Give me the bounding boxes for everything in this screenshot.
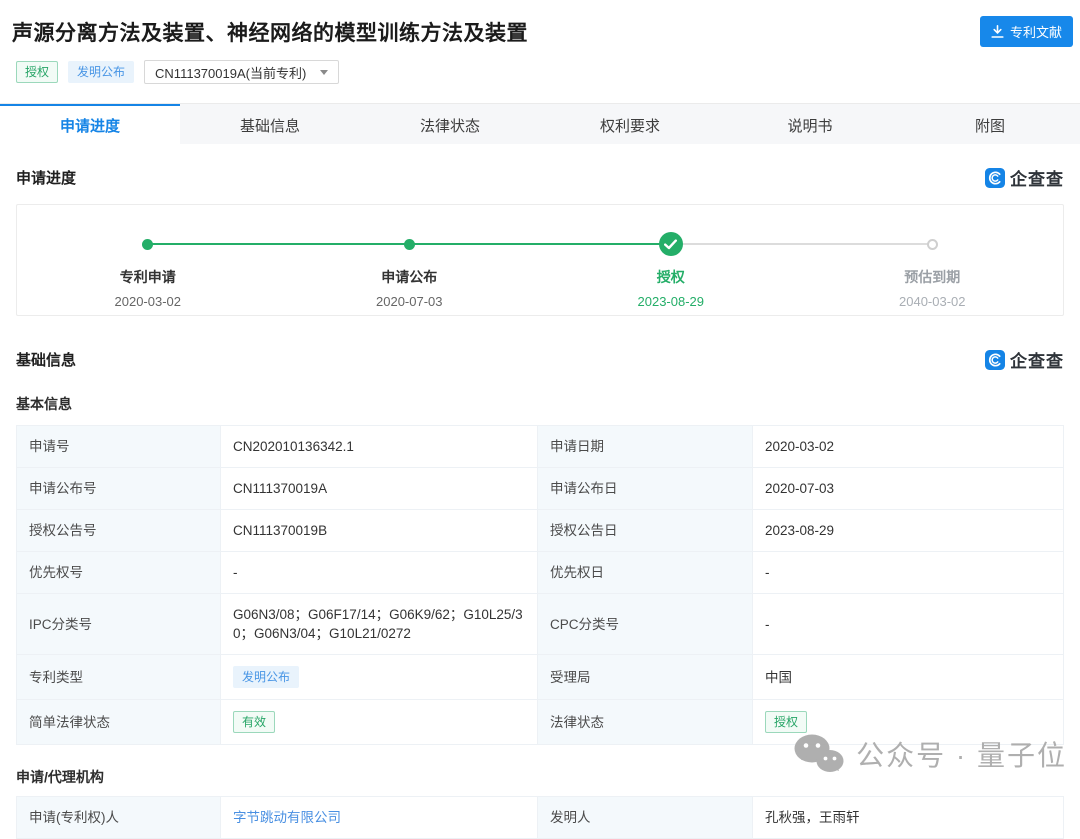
qichacha-logo-text: 企查查 <box>1010 352 1064 371</box>
basic-info-table: 申请号 CN202010136342.1 申请日期 2020-03-02 申请公… <box>16 425 1064 745</box>
timeline-step-granted: 授权 2023-08-29 <box>540 256 802 309</box>
granted-status-badge: 授权 <box>765 711 808 733</box>
page-header: 声源分离方法及装置、神经网络的模型训练方法及装置 专利文献 授权 发明公布 CN… <box>0 0 1080 103</box>
field-value: 有效 <box>220 699 538 745</box>
field-label: 申请公布日 <box>537 467 753 510</box>
status-badge: 授权 <box>16 61 59 83</box>
qichacha-logo-icon <box>985 167 1005 188</box>
table-row: IPC分类号 G06N3/08；G06F17/14；G06K9/62；G10L2… <box>16 593 1064 655</box>
qichacha-logo: 企查查 <box>985 165 1064 190</box>
field-label: 优先权日 <box>537 551 753 594</box>
table-row: 申请号 CN202010136342.1 申请日期 2020-03-02 <box>16 425 1064 468</box>
agency-table: 申请(专利权)人 字节跳动有限公司 发明人 孔秋强，王雨轩 <box>16 796 1064 839</box>
field-value: - <box>752 593 1064 655</box>
field-label: 申请公布号 <box>16 467 221 510</box>
field-value: G06N3/08；G06F17/14；G06K9/62；G10L25/30；G0… <box>220 593 538 655</box>
field-value: 字节跳动有限公司 <box>220 796 538 839</box>
tab-figures[interactable]: 附图 <box>900 104 1080 144</box>
field-label: 法律状态 <box>537 699 753 745</box>
tab-bar: 申请进度 基础信息 法律状态 权利要求 说明书 附图 <box>0 103 1080 144</box>
timeline-track <box>17 232 1063 256</box>
field-value: 中国 <box>752 654 1064 700</box>
tag-row: 授权 发明公布 CN111370019A(当前专利) <box>16 60 1068 84</box>
timeline-dot-publication <box>403 238 415 250</box>
field-value: CN111370019B <box>220 509 538 552</box>
field-label: 优先权号 <box>16 551 221 594</box>
tab-basic-info[interactable]: 基础信息 <box>180 104 360 144</box>
field-value: 孔秋强，王雨轩 <box>752 796 1064 839</box>
qichacha-logo-text: 企查查 <box>1010 170 1064 189</box>
timeline-step-date: 2020-03-02 <box>114 294 182 309</box>
tab-description[interactable]: 说明书 <box>720 104 900 144</box>
field-value: CN111370019A <box>220 467 538 510</box>
timeline-step-date: 2023-08-29 <box>637 294 705 309</box>
field-label: 发明人 <box>537 796 753 839</box>
field-value: 授权 <box>752 699 1064 745</box>
table-row: 申请公布号 CN111370019A 申请公布日 2020-07-03 <box>16 467 1064 510</box>
timeline-step-label: 授权 <box>656 269 685 285</box>
main-content: 申请进度 企查查 专利申请 2020-03-02 申请公布 2020-07-03… <box>0 165 1080 839</box>
patent-document-button[interactable]: 专利文献 <box>979 16 1073 47</box>
field-value: 2023-08-29 <box>752 509 1064 552</box>
patent-type-badge: 发明公布 <box>233 666 300 688</box>
field-value: - <box>220 551 538 594</box>
table-row: 授权公告号 CN111370019B 授权公告日 2023-08-29 <box>16 509 1064 552</box>
timeline-labels: 专利申请 2020-03-02 申请公布 2020-07-03 授权 2023-… <box>17 256 1063 309</box>
field-label: 申请日期 <box>537 425 753 468</box>
patent-type-badge: 发明公布 <box>68 61 135 83</box>
chevron-down-icon <box>320 69 329 75</box>
progress-section-title: 申请进度 <box>16 170 77 187</box>
field-label: 简单法律状态 <box>16 699 221 745</box>
qichacha-logo-icon <box>985 349 1005 370</box>
tab-legal-status[interactable]: 法律状态 <box>360 104 540 144</box>
timeline-step-label: 申请公布 <box>381 269 438 285</box>
field-value: - <box>752 551 1064 594</box>
timeline-step-label: 专利申请 <box>119 269 176 285</box>
timeline-step-publication: 申请公布 2020-07-03 <box>279 256 541 309</box>
field-label: 授权公告号 <box>16 509 221 552</box>
progress-timeline-card: 专利申请 2020-03-02 申请公布 2020-07-03 授权 2023-… <box>16 204 1064 316</box>
table-row: 申请(专利权)人 字节跳动有限公司 发明人 孔秋强，王雨轩 <box>16 796 1064 839</box>
timeline-dot-filing <box>142 238 154 250</box>
timeline-circle-expiry <box>926 238 938 250</box>
valid-status-badge: 有效 <box>233 711 276 733</box>
timeline-step-date: 2040-03-02 <box>899 294 966 309</box>
tab-application-progress[interactable]: 申请进度 <box>0 104 180 144</box>
patent-document-button-label: 专利文献 <box>1009 25 1062 40</box>
basic-info-subsection-title: 基本信息 <box>16 396 72 412</box>
timeline-step-label: 预估到期 <box>904 269 961 285</box>
field-label: 申请(专利权)人 <box>16 796 221 839</box>
field-value: CN202010136342.1 <box>220 425 538 468</box>
table-row: 专利类型 发明公布 受理局 中国 <box>16 654 1064 700</box>
timeline-step-filing: 专利申请 2020-03-02 <box>17 256 279 309</box>
field-label: 受理局 <box>537 654 753 700</box>
timeline-check-icon <box>658 232 683 256</box>
field-label: 授权公告日 <box>537 509 753 552</box>
field-value: 发明公布 <box>220 654 538 700</box>
download-icon <box>991 25 1004 38</box>
progress-section-header: 申请进度 企查查 <box>16 165 1064 190</box>
timeline-step-date: 2020-07-03 <box>376 294 443 309</box>
field-label: 申请号 <box>16 425 221 468</box>
tab-claims[interactable]: 权利要求 <box>540 104 720 144</box>
timeline-step-expiry: 预估到期 2040-03-02 <box>802 256 1064 309</box>
field-value: 2020-07-03 <box>752 467 1064 510</box>
table-row: 优先权号 - 优先权日 - <box>16 551 1064 594</box>
patent-number-dropdown[interactable]: CN111370019A(当前专利) <box>144 60 340 84</box>
basic-info-section-header: 基础信息 企查查 <box>16 347 1064 372</box>
patent-number-dropdown-value: CN111370019A(当前专利) <box>155 65 307 81</box>
field-label: IPC分类号 <box>16 593 221 655</box>
field-label: 专利类型 <box>16 654 221 700</box>
field-label: CPC分类号 <box>537 593 753 655</box>
agency-subsection-title: 申请/代理机构 <box>16 769 104 785</box>
field-value: 2020-03-02 <box>752 425 1064 468</box>
table-row: 简单法律状态 有效 法律状态 授权 <box>16 699 1064 745</box>
applicant-company-link[interactable]: 字节跳动有限公司 <box>233 810 341 825</box>
page-title: 声源分离方法及装置、神经网络的模型训练方法及装置 <box>12 22 528 45</box>
basic-info-section-title: 基础信息 <box>16 352 77 369</box>
qichacha-logo: 企查查 <box>985 347 1064 372</box>
